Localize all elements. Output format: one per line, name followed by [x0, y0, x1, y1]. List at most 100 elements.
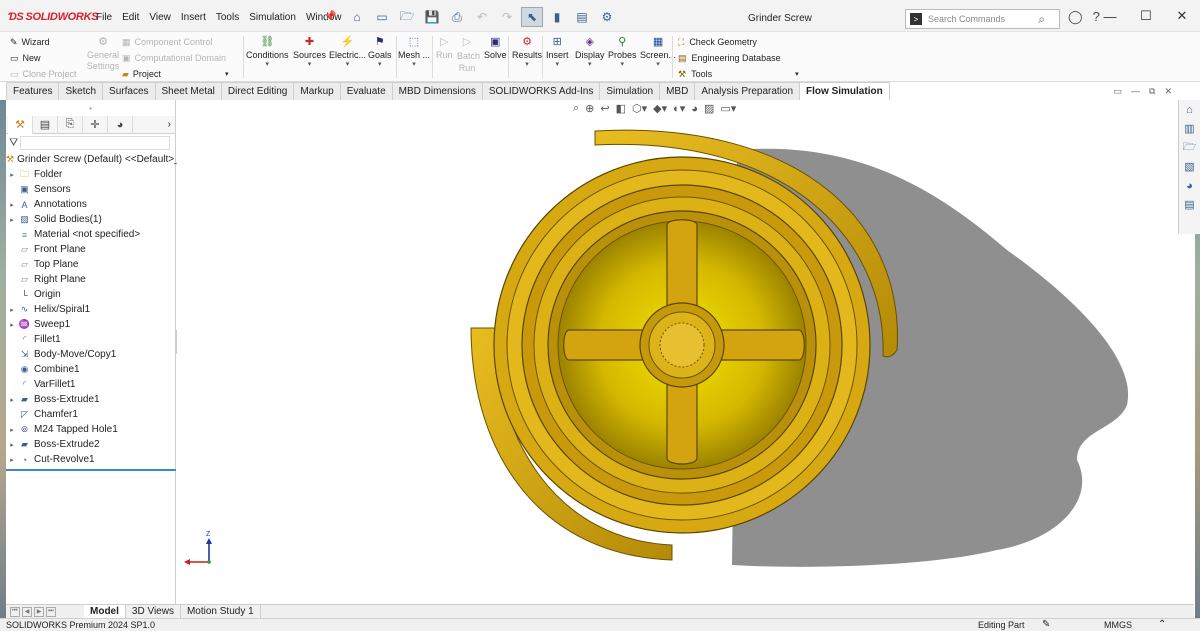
chevron-down-icon[interactable]: ▾: [266, 60, 270, 68]
tab-sheet-metal[interactable]: Sheet Metal: [154, 82, 222, 100]
expand-arrow-icon[interactable]: ▸: [6, 396, 18, 404]
custom-properties-icon[interactable]: ▤: [1180, 195, 1199, 214]
results-button[interactable]: ⚙ Results ▾: [512, 34, 542, 69]
tree-item[interactable]: ▸ ∿ Helix/Spiral1: [6, 302, 175, 317]
redo-icon[interactable]: ↷: [496, 7, 518, 27]
pin-icon[interactable]: 📌: [324, 11, 336, 22]
file-properties-icon[interactable]: ▤: [571, 7, 593, 27]
rebuild-icon[interactable]: ▮: [546, 7, 568, 27]
sources-button[interactable]: ✚ Sources ▾: [293, 34, 326, 69]
select-icon[interactable]: ⬉: [521, 7, 543, 27]
tree-item[interactable]: ◜ Fillet1: [6, 332, 175, 347]
chevron-down-icon[interactable]: ▾: [308, 60, 312, 68]
first-tab-icon[interactable]: ⏮: [10, 606, 20, 617]
close-view-icon[interactable]: ✕: [1164, 86, 1172, 97]
chevron-down-icon[interactable]: ▾: [378, 60, 382, 68]
feature-tree-tab-icon[interactable]: ⚒: [8, 115, 33, 134]
chevron-down-icon[interactable]: ▾: [412, 60, 416, 68]
tab-surfaces[interactable]: Surfaces: [102, 82, 156, 100]
new-document-icon[interactable]: ▭: [371, 7, 393, 27]
open-icon[interactable]: 🗁: [396, 7, 418, 27]
tree-item[interactable]: ▸ ◔ Cut-Revolve1: [6, 452, 175, 467]
component-control-button[interactable]: ▦ Component Control: [122, 34, 213, 50]
property-manager-tab-icon[interactable]: ▤: [33, 115, 58, 134]
tree-root[interactable]: ⚒ Grinder Screw (Default) <<Default>_: [6, 152, 180, 167]
tree-item[interactable]: ▸ 🗀 Folder: [6, 167, 175, 182]
pane-grip[interactable]: •: [6, 100, 175, 116]
tab-analysis-preparation[interactable]: Analysis Preparation: [694, 82, 801, 100]
tree-item[interactable]: ◸ Chamfer1: [6, 407, 175, 422]
tree-filter[interactable]: ⛛: [6, 134, 175, 152]
expand-arrow-icon[interactable]: ▸: [6, 201, 18, 209]
bottom-tab-3d-views[interactable]: 3D Views: [126, 604, 181, 619]
home-icon[interactable]: ⌂: [346, 7, 368, 27]
graphics-area[interactable]: ⌕ ⊕ ↩ ◧ ⬡▾ ◆▾ ◐▾ ◕ ▨ ▭▾ Z: [177, 100, 1177, 604]
user-icon[interactable]: ◯: [1068, 9, 1083, 25]
tree-item[interactable]: ▸ A Annotations: [6, 197, 175, 212]
tab-direct-editing[interactable]: Direct Editing: [220, 82, 295, 100]
menu-view[interactable]: View: [149, 12, 171, 23]
goals-button[interactable]: ⚑ Goals ▾: [368, 34, 392, 69]
minimize-view-icon[interactable]: —: [1131, 86, 1140, 97]
tree-item[interactable]: ◉ Combine1: [6, 362, 175, 377]
units-dropdown-icon[interactable]: ⌃: [1158, 619, 1166, 630]
expand-arrow-icon[interactable]: ▸: [6, 456, 18, 464]
print-icon[interactable]: ⎙: [446, 7, 468, 27]
chevron-down-icon[interactable]: ▾: [556, 60, 560, 68]
conditions-button[interactable]: ⛓ Conditions ▾: [246, 34, 289, 69]
view-palette-icon[interactable]: ▧: [1180, 157, 1199, 176]
chevron-down-icon[interactable]: ▾: [588, 60, 592, 68]
display-button[interactable]: ◈ Display ▾: [575, 34, 605, 69]
chevron-down-icon[interactable]: ▾: [656, 60, 660, 68]
rollback-bar[interactable]: [6, 469, 176, 471]
app-logo[interactable]: ƊS SOLIDWORKS: [8, 11, 99, 23]
solve-button[interactable]: ▣ Solve: [484, 34, 507, 61]
tab-flow-simulation[interactable]: Flow Simulation: [799, 82, 890, 100]
search-commands-input[interactable]: > Search Commands ⌕: [905, 9, 1060, 29]
search-icon[interactable]: ⌕: [1038, 12, 1045, 27]
run-button[interactable]: ▷ Run: [436, 34, 453, 61]
filter-input[interactable]: [20, 136, 171, 150]
tab-markup[interactable]: Markup: [293, 82, 341, 100]
menu-simulation[interactable]: Simulation: [249, 12, 296, 23]
probes-button[interactable]: ⚲ Probes ▾: [608, 34, 637, 69]
menu-tools[interactable]: Tools: [216, 12, 239, 23]
restore-icon[interactable]: ▭: [1114, 86, 1123, 97]
tree-item[interactable]: ▸ ▨ Solid Bodies(1): [6, 212, 175, 227]
expand-arrow-icon[interactable]: ▸: [6, 171, 18, 179]
tab-mbd[interactable]: MBD: [659, 82, 696, 100]
chevron-right-icon[interactable]: ›: [168, 119, 171, 130]
chevron-down-icon[interactable]: ▾: [795, 70, 799, 78]
chevron-down-icon[interactable]: ▾: [346, 60, 350, 68]
electric-button[interactable]: ⚡ Electric... ▾: [329, 34, 366, 69]
tab-evaluate[interactable]: Evaluate: [339, 82, 393, 100]
chevron-down-icon[interactable]: ▾: [525, 60, 529, 68]
tab-simulation[interactable]: Simulation: [599, 82, 661, 100]
tab-sketch[interactable]: Sketch: [58, 82, 104, 100]
tree-item[interactable]: ▱ Right Plane: [6, 272, 175, 287]
tab-features[interactable]: Features: [6, 82, 60, 100]
tab-solidworks-add-ins[interactable]: SOLIDWORKS Add-Ins: [481, 82, 601, 100]
project-button[interactable]: ▰ Project ▾: [122, 66, 228, 82]
tree-item[interactable]: ▱ Front Plane: [6, 242, 175, 257]
next-tab-icon[interactable]: ▶: [34, 606, 44, 617]
save-icon[interactable]: 💾: [421, 7, 443, 27]
tree-item[interactable]: ▣ Sensors: [6, 182, 175, 197]
tree-item[interactable]: ≡ Material <not specified>: [6, 227, 175, 242]
insert-button[interactable]: ⊞ Insert ▾: [546, 34, 569, 69]
configuration-manager-tab-icon[interactable]: ⎘: [58, 115, 83, 134]
tools-button[interactable]: ⚒ Tools ▾: [678, 66, 799, 82]
chevron-down-icon[interactable]: ▾: [621, 60, 625, 68]
tree-item[interactable]: ⇲ Body-Move/Copy1: [6, 347, 175, 362]
file-explorer-icon[interactable]: 🗁: [1180, 138, 1199, 157]
prev-tab-icon[interactable]: ◀: [22, 606, 32, 617]
tree-item[interactable]: ▸ ▰ Boss-Extrude2: [6, 437, 175, 452]
task-home-icon[interactable]: ⌂: [1180, 100, 1199, 119]
menu-insert[interactable]: Insert: [181, 12, 206, 23]
expand-arrow-icon[interactable]: ▸: [6, 426, 18, 434]
tree-item[interactable]: ▱ Top Plane: [6, 257, 175, 272]
rebuild-status-icon[interactable]: ✎: [1042, 619, 1050, 630]
last-tab-icon[interactable]: ⏭: [46, 606, 56, 617]
mesh-button[interactable]: ⬚ Mesh ... ▾: [398, 34, 430, 69]
computational-domain-button[interactable]: ▣ Computational Domain: [122, 50, 226, 66]
